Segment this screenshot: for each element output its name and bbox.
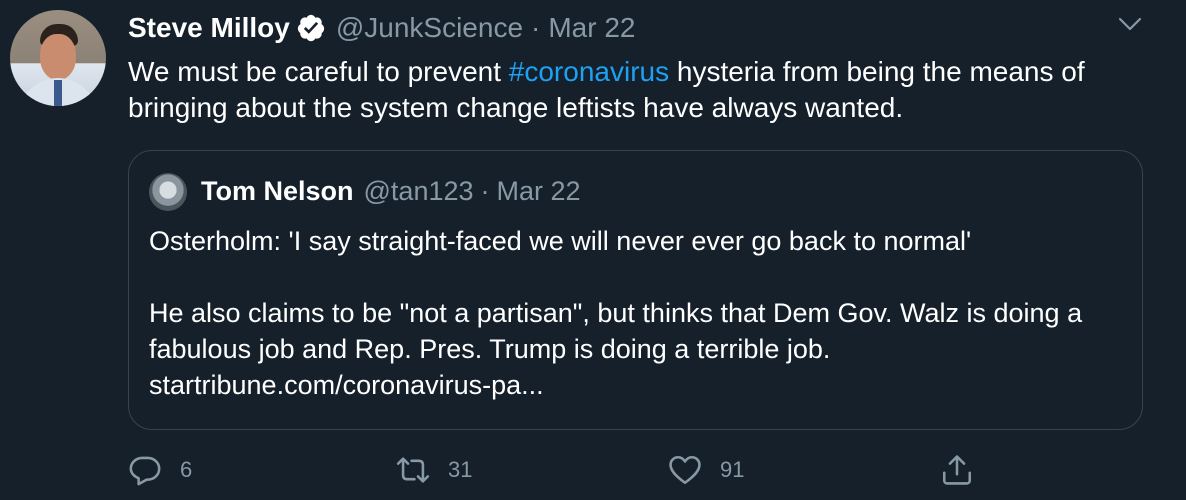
retweet-icon xyxy=(396,457,430,483)
retweet-button[interactable]: 31 xyxy=(396,448,472,492)
like-button[interactable]: 91 xyxy=(668,448,744,492)
quoted-author-avatar[interactable] xyxy=(149,173,187,211)
quoted-tweet-date: Mar 22 xyxy=(496,175,581,206)
tweet[interactable]: Steve Milloy @JunkScience · Mar 22 We mu… xyxy=(0,0,1186,500)
quoted-paragraph-1: Osterholm: 'I say straight-faced we will… xyxy=(149,226,972,256)
header-separator: · xyxy=(531,12,541,43)
quoted-author-handle: @tan123 xyxy=(363,175,474,206)
heart-icon xyxy=(669,455,701,485)
author-handle[interactable]: @JunkScience xyxy=(336,10,523,46)
verified-badge-icon xyxy=(296,13,326,43)
reply-button[interactable]: 6 xyxy=(128,448,192,492)
action-bar: 6 31 91 xyxy=(128,448,988,492)
tweet-text-start: We must be careful to prevent xyxy=(128,56,509,87)
quoted-link[interactable]: startribune.com/coronavirus-pa... xyxy=(149,367,1129,403)
tweet-text: We must be careful to prevent #coronavir… xyxy=(128,54,1168,126)
avatar-face xyxy=(40,34,76,80)
avatar-tie xyxy=(54,80,62,106)
chevron-down-icon[interactable] xyxy=(1118,12,1142,36)
retweet-count: 31 xyxy=(448,457,473,482)
quoted-tweet[interactable]: Tom Nelson @tan123 · Mar 22 Osterholm: '… xyxy=(128,150,1143,430)
quoted-paragraph-2: He also claims to be "not a partisan", b… xyxy=(149,298,1083,364)
like-count: 91 xyxy=(720,457,745,482)
share-icon xyxy=(942,455,972,485)
tweet-date[interactable]: Mar 22 xyxy=(548,10,635,46)
share-button[interactable] xyxy=(940,448,992,492)
quoted-header-separator: · xyxy=(480,175,490,206)
reply-count: 6 xyxy=(180,457,193,482)
author-name[interactable]: Steve Milloy xyxy=(128,10,290,46)
tweet-header: Steve Milloy @JunkScience · Mar 22 xyxy=(128,10,636,46)
hashtag-link[interactable]: #coronavirus xyxy=(509,56,669,87)
quoted-tweet-header: Tom Nelson @tan123 · Mar 22 xyxy=(201,173,581,209)
reply-icon xyxy=(129,456,161,486)
quoted-tweet-text: Osterholm: 'I say straight-faced we will… xyxy=(149,223,1129,403)
author-avatar[interactable] xyxy=(10,10,106,106)
quoted-author-name: Tom Nelson xyxy=(201,175,354,206)
